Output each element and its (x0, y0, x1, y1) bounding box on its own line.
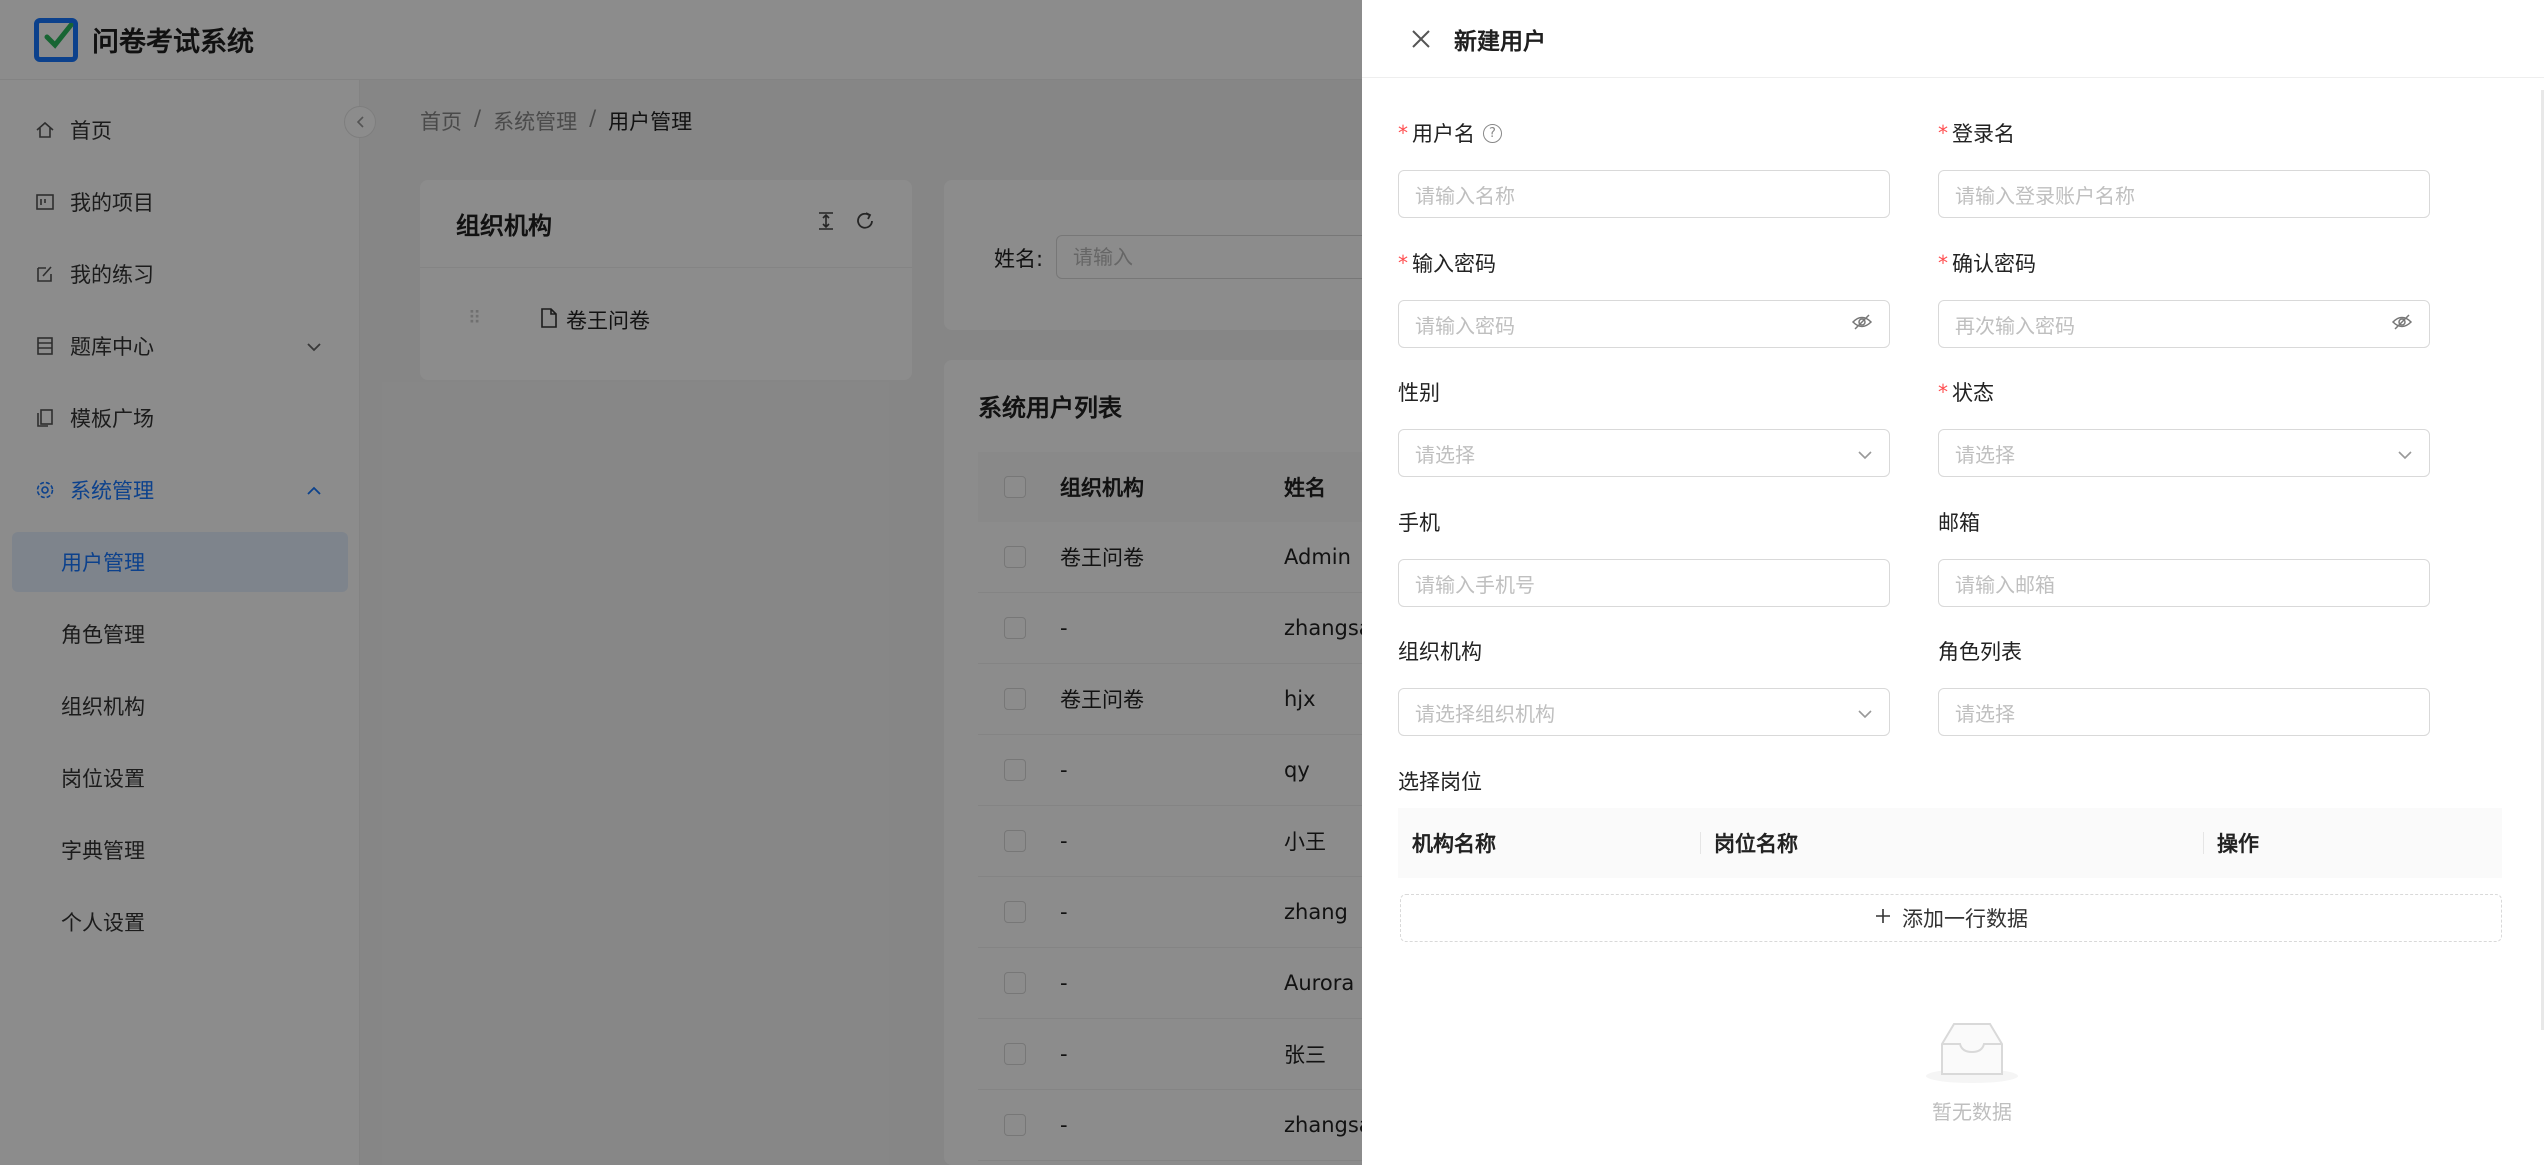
email-label: 邮箱 (1938, 511, 1980, 535)
status-placeholder: 请选择 (1955, 442, 2015, 467)
empty-state: 暂无数据 (1902, 1020, 2042, 1125)
phone-field: 手机 请输入手机号 (1398, 507, 1890, 607)
positions-table: 机构名称 岗位名称 操作 (1398, 808, 2502, 878)
add-row-button[interactable]: 添加一行数据 (1400, 894, 2502, 942)
status-field: * 状态 请选择 (1938, 377, 2430, 477)
add-row-label: 添加一行数据 (1902, 907, 2028, 931)
chevron-down-icon (1857, 441, 1873, 465)
eye-hidden-icon[interactable] (2391, 312, 2413, 336)
column-header-actions: 操作 (2203, 808, 2502, 878)
confirm-password-input[interactable]: 再次输入密码 (1938, 300, 2430, 348)
roles-placeholder: 请选择 (1955, 701, 2015, 726)
column-header-position-name: 岗位名称 (1700, 808, 2203, 878)
status-select[interactable]: 请选择 (1938, 429, 2430, 477)
username-input[interactable]: 请输入名称 (1398, 170, 1890, 218)
confirm-password-field: * 确认密码 再次输入密码 (1938, 248, 2430, 348)
gender-placeholder: 请选择 (1415, 442, 1475, 467)
roles-label: 角色列表 (1938, 640, 2022, 664)
login-name-input[interactable]: 请输入登录账户名称 (1938, 170, 2430, 218)
username-field: * 用户名? 请输入名称 (1398, 118, 1890, 218)
gender-field: 性别 请选择 (1398, 377, 1890, 477)
login-name-placeholder: 请输入登录账户名称 (1955, 183, 2135, 208)
table-header: 机构名称 岗位名称 操作 (1398, 808, 2502, 878)
password-label: 输入密码 (1412, 252, 1496, 276)
phone-label: 手机 (1398, 511, 1440, 535)
positions-label: 选择岗位 (1398, 770, 1482, 794)
email-field: 邮箱 请输入邮箱 (1938, 507, 2430, 607)
phone-placeholder: 请输入手机号 (1415, 572, 1535, 597)
close-icon[interactable] (1406, 24, 1436, 54)
username-label: 用户名 (1412, 122, 1475, 146)
confirm-password-placeholder: 再次输入密码 (1955, 313, 2075, 338)
username-placeholder: 请输入名称 (1415, 183, 1515, 208)
drawer-header: 新建用户 (1362, 0, 2544, 78)
org-label: 组织机构 (1398, 640, 1482, 664)
empty-inbox-icon (1922, 1023, 2022, 1088)
login-name-field: * 登录名 请输入登录账户名称 (1938, 118, 2430, 218)
plus-icon (1874, 906, 1892, 930)
roles-field: 角色列表 请选择 (1938, 636, 2430, 736)
chevron-down-icon (2397, 441, 2413, 465)
column-header-org-name: 机构名称 (1412, 832, 1496, 856)
phone-input[interactable]: 请输入手机号 (1398, 559, 1890, 607)
org-field: 组织机构 请选择组织机构 (1398, 636, 1890, 736)
email-placeholder: 请输入邮箱 (1955, 572, 2055, 597)
gender-select[interactable]: 请选择 (1398, 429, 1890, 477)
password-placeholder: 请输入密码 (1415, 313, 1515, 338)
new-user-drawer: 新建用户 * 用户名? 请输入名称 * 登录名 请输入登录账户名称 * 输入密码 请输… (1362, 0, 2544, 1165)
roles-select[interactable]: 请选择 (1938, 688, 2430, 736)
login-name-label: 登录名 (1952, 122, 2015, 146)
org-placeholder: 请选择组织机构 (1415, 701, 1555, 726)
gender-label: 性别 (1398, 381, 1440, 405)
chevron-down-icon (1857, 700, 1873, 724)
help-icon[interactable]: ? (1483, 123, 1502, 143)
drawer-title: 新建用户 (1454, 28, 1546, 55)
eye-hidden-icon[interactable] (1851, 312, 1873, 336)
password-field: * 输入密码 请输入密码 (1398, 248, 1890, 348)
status-label: 状态 (1952, 381, 1994, 405)
confirm-password-label: 确认密码 (1952, 252, 2036, 276)
org-tree-select[interactable]: 请选择组织机构 (1398, 688, 1890, 736)
empty-text: 暂无数据 (1932, 1100, 2012, 1124)
password-input[interactable]: 请输入密码 (1398, 300, 1890, 348)
email-input[interactable]: 请输入邮箱 (1938, 559, 2430, 607)
